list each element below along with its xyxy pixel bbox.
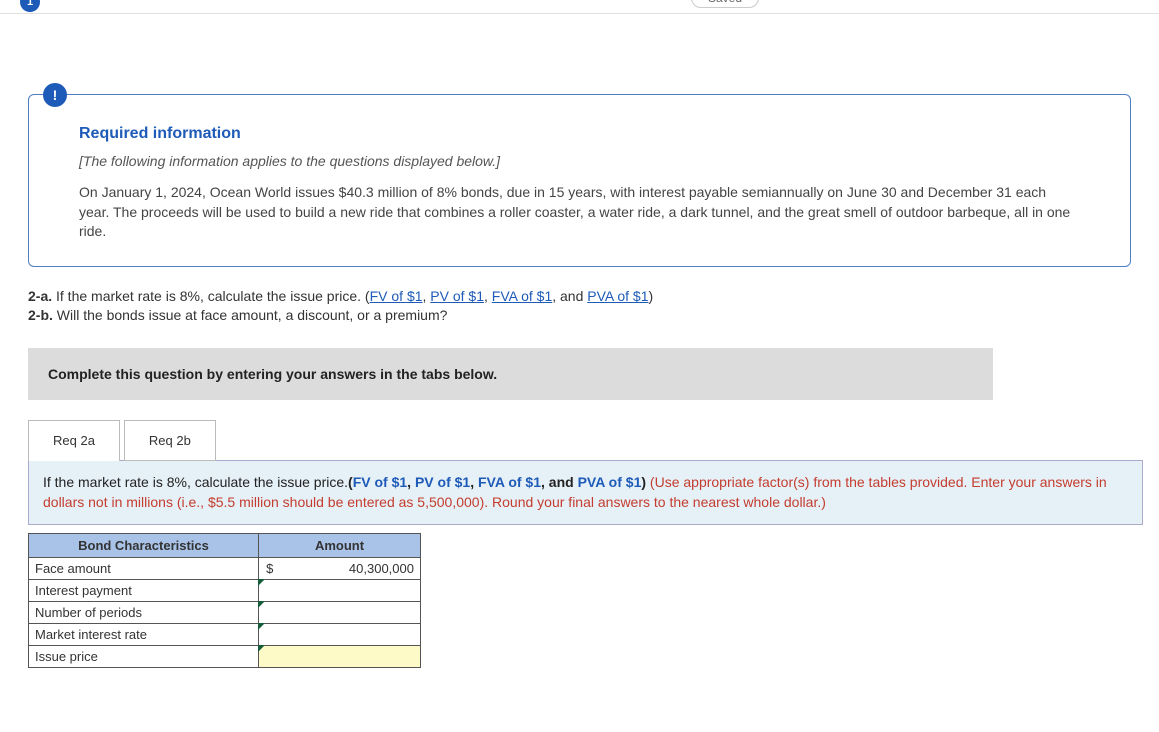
currency-symbol: $ [259, 558, 281, 580]
panel-pv: PV of $1 [415, 474, 470, 490]
panel-fva: FVA of $1 [478, 474, 541, 490]
interest-payment-input[interactable] [259, 580, 281, 602]
link-fva[interactable]: FVA of $1 [492, 288, 552, 304]
q2a-text-before: If the market rate is 8%, calculate the … [52, 288, 369, 304]
row-label-issue-price: Issue price [29, 646, 259, 668]
table-row: Interest payment [29, 580, 421, 602]
panel-text-1: If the market rate is 8%, calculate the … [43, 474, 348, 490]
tab-req-2b[interactable]: Req 2b [124, 420, 216, 461]
instruction-bar: Complete this question by entering your … [28, 348, 993, 400]
table-row: Market interest rate [29, 624, 421, 646]
panel-and: and [545, 474, 578, 490]
bond-table: Bond Characteristics Amount Face amount … [28, 533, 421, 668]
interest-payment-value[interactable] [281, 580, 421, 602]
market-rate-value[interactable] [281, 624, 421, 646]
required-info-title: Required information [79, 125, 1080, 143]
q2b-text: Will the bonds issue at face amount, a d… [53, 307, 448, 323]
link-fv[interactable]: FV of $1 [370, 288, 423, 304]
q2a-label: 2-a. [28, 288, 52, 304]
col-bond-characteristics: Bond Characteristics [29, 534, 259, 558]
issue-price-value[interactable] [281, 646, 421, 668]
main-content: ! Required information [The following in… [0, 14, 1159, 688]
question-2b: 2-b. Will the bonds issue at face amount… [28, 306, 1131, 326]
input-marker-icon [258, 601, 265, 608]
col-amount: Amount [259, 534, 421, 558]
panel-fv: FV of $1 [353, 474, 407, 490]
link-pva[interactable]: PVA of $1 [587, 288, 648, 304]
periods-input[interactable] [259, 602, 281, 624]
link-pv[interactable]: PV of $1 [430, 288, 484, 304]
row-label-face-amount: Face amount [29, 558, 259, 580]
and-text: , and [552, 288, 587, 304]
q2b-label: 2-b. [28, 307, 53, 323]
saved-indicator: Saved [691, 0, 759, 8]
scenario-text: On January 1, 2024, Ocean World issues $… [79, 183, 1080, 242]
question-block: 2-a. If the market rate is 8%, calculate… [28, 287, 1131, 326]
table-row: Issue price [29, 646, 421, 668]
info-icon: ! [43, 83, 67, 107]
tab-req-2a[interactable]: Req 2a [28, 420, 120, 461]
table-row: Number of periods [29, 602, 421, 624]
table-row: Face amount $ 40,300,000 [29, 558, 421, 580]
market-rate-input[interactable] [259, 624, 281, 646]
q2a-text-after: ) [649, 288, 654, 304]
row-label-interest-payment: Interest payment [29, 580, 259, 602]
tab-panel-req-2a: If the market rate is 8%, calculate the … [28, 460, 1143, 525]
panel-pva: PVA of $1 [578, 474, 642, 490]
required-info-card: ! Required information [The following in… [28, 94, 1131, 267]
tabs-row: Req 2a Req 2b [28, 420, 1131, 461]
top-bar: 1 Saved [0, 0, 1159, 14]
periods-value[interactable] [281, 602, 421, 624]
applies-note: [The following information applies to th… [79, 153, 1080, 169]
face-amount-value[interactable]: 40,300,000 [281, 558, 421, 580]
input-marker-icon [258, 579, 265, 586]
issue-price-input[interactable] [259, 646, 281, 668]
input-marker-icon [258, 645, 265, 652]
step-badge: 1 [20, 0, 40, 12]
input-marker-icon [258, 623, 265, 630]
row-label-periods: Number of periods [29, 602, 259, 624]
row-label-market-rate: Market interest rate [29, 624, 259, 646]
question-2a: 2-a. If the market rate is 8%, calculate… [28, 287, 1131, 307]
